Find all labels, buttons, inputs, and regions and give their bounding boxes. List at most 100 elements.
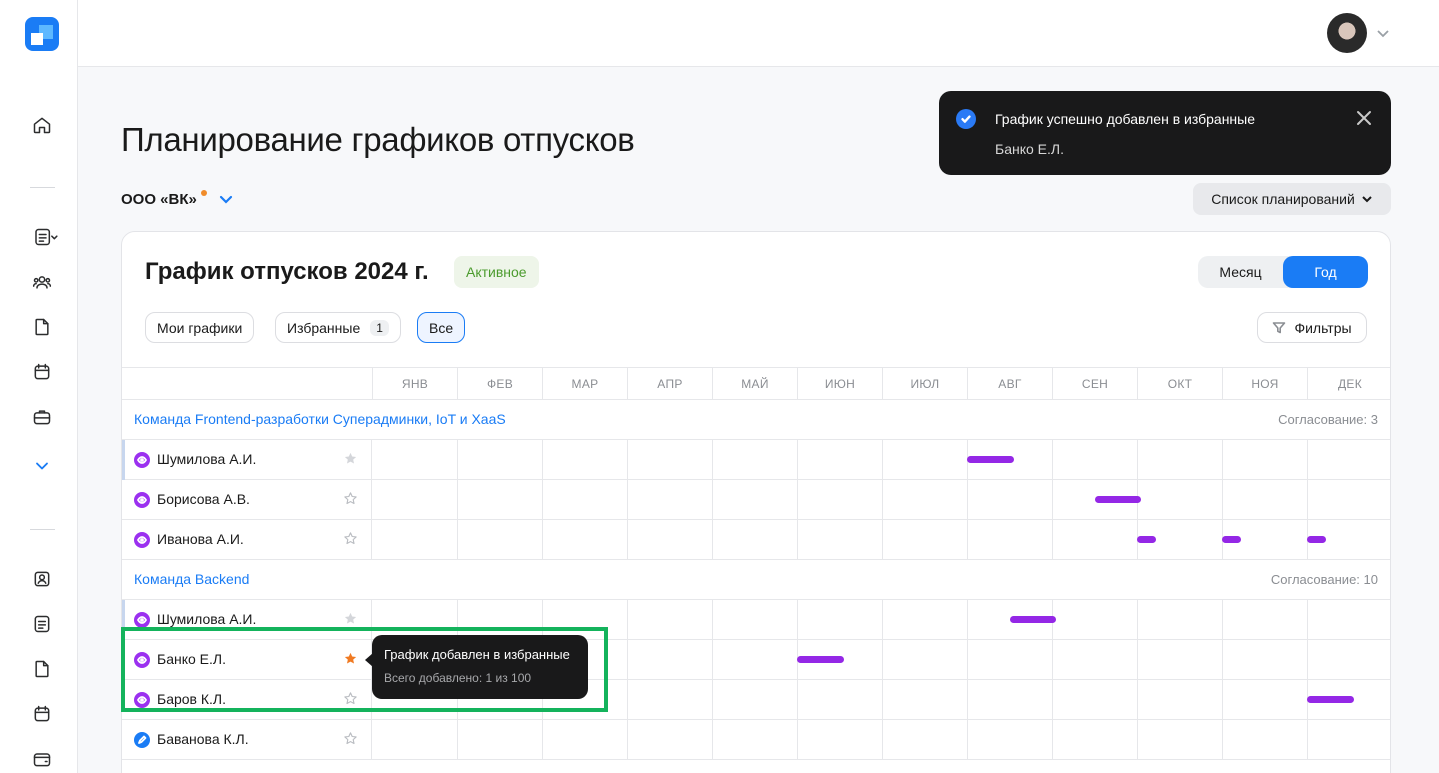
organization-name: ООО «ВК» (121, 190, 197, 208)
employee-name: Шумилова А.И. (157, 451, 257, 467)
profile-card-icon[interactable] (31, 568, 53, 590)
month-header: ФЕВ (457, 368, 542, 400)
month-header: ДЕК (1307, 368, 1390, 400)
view-month-button[interactable]: Месяц (1198, 256, 1283, 288)
employee-row[interactable]: Борисова А.В. (122, 480, 1390, 520)
document-list-icon[interactable] (31, 613, 53, 635)
month-header: АВГ (967, 368, 1052, 400)
vacation-bar[interactable] (797, 656, 844, 663)
month-cell-divider (627, 440, 628, 480)
month-cell-divider (1307, 720, 1308, 760)
filter-favorites[interactable]: Избранные 1 (275, 312, 401, 343)
vacation-bar[interactable] (967, 456, 1014, 463)
employee-row[interactable]: Баров К.Л. (122, 680, 1390, 720)
vacation-bar[interactable] (1094, 496, 1142, 503)
filters-label: Фильтры (1294, 319, 1352, 336)
favorite-star-icon[interactable] (343, 531, 360, 548)
group-row: Команда Frontend-разработки Суперадминки… (122, 400, 1390, 440)
month-cell-divider (712, 640, 713, 680)
vacation-bar[interactable] (1137, 536, 1156, 543)
organization-selector[interactable]: ООО «ВК» (121, 190, 235, 208)
month-cell-divider (882, 640, 883, 680)
eye-icon (134, 652, 150, 668)
employee-cell: Банко Е.Л. (122, 640, 372, 680)
eye-icon (134, 612, 150, 628)
month-cell-divider (882, 680, 883, 720)
chevron-down-icon[interactable] (31, 455, 53, 477)
filters-button[interactable]: Фильтры (1257, 312, 1367, 343)
home-icon[interactable] (31, 114, 53, 136)
month-cell-divider (1137, 600, 1138, 640)
chevron-down-icon[interactable] (217, 190, 235, 208)
month-cell-divider (627, 640, 628, 680)
group-name-link[interactable]: Команда Frontend-разработки Суперадминки… (134, 411, 506, 427)
month-cell-divider (1222, 680, 1223, 720)
month-cell-divider (882, 480, 883, 520)
chip-label: Избранные (287, 319, 361, 336)
month-cell-divider (457, 600, 458, 640)
chevron-down-icon[interactable] (1376, 26, 1390, 40)
month-cell-divider (797, 440, 798, 480)
app-logo[interactable] (25, 17, 59, 51)
employee-row[interactable]: Банко Е.Л. (122, 640, 1390, 680)
vacation-bar[interactable] (1009, 616, 1057, 623)
users-icon[interactable] (31, 271, 53, 293)
group-name-link[interactable]: Команда Backend (134, 571, 249, 587)
filter-all[interactable]: Все (417, 312, 466, 343)
favorite-star-icon[interactable] (343, 611, 360, 628)
vacation-bar[interactable] (1307, 536, 1326, 543)
month-cell-divider (1052, 680, 1053, 720)
month-cell-divider (1222, 600, 1223, 640)
favorite-star-icon[interactable] (343, 651, 360, 668)
close-icon[interactable] (1355, 109, 1373, 127)
employee-row[interactable]: Шумилова А.И. (122, 600, 1390, 640)
file-icon[interactable] (31, 658, 53, 680)
month-cell-divider (712, 520, 713, 560)
vacation-bar[interactable] (1307, 696, 1354, 703)
vacation-bar[interactable] (1222, 536, 1241, 543)
month-cell-divider (542, 520, 543, 560)
avatar[interactable] (1327, 13, 1367, 53)
wallet-icon[interactable] (31, 748, 53, 770)
month-cell-divider (542, 440, 543, 480)
briefcase-icon[interactable] (31, 406, 53, 428)
filter-my-schedules[interactable]: Мои графики (145, 312, 255, 343)
file-icon[interactable] (31, 316, 53, 338)
employee-cell: Шумилова А.И. (122, 600, 372, 640)
calendar-icon[interactable] (31, 361, 53, 383)
month-cell-divider (1052, 480, 1053, 520)
success-toast: График успешно добавлен в избранные Банк… (939, 91, 1391, 175)
favorite-star-icon[interactable] (343, 451, 360, 468)
month-header: МАЙ (712, 368, 797, 400)
employee-cell: Шумилова А.И. (122, 440, 372, 480)
month-cell-divider (457, 720, 458, 760)
favorite-star-icon[interactable] (343, 491, 360, 508)
calendar-icon[interactable] (31, 703, 53, 725)
employee-row[interactable]: Иванова А.И. (122, 520, 1390, 560)
employee-name: Борисова А.В. (157, 491, 250, 507)
month-cell-divider (1137, 640, 1138, 680)
month-cell-divider (967, 640, 968, 680)
month-cell-divider (1052, 640, 1053, 680)
employee-cell: Баров К.Л. (122, 680, 372, 720)
month-cell-divider (967, 720, 968, 760)
employee-row[interactable]: Шумилова А.И. (122, 440, 1390, 480)
schedule-title: График отпусков 2024 г. (145, 258, 429, 285)
employee-row[interactable]: Баванова К.Л. (122, 720, 1390, 760)
plan-list-button[interactable]: Список планирований (1193, 183, 1391, 215)
document-list-icon[interactable] (31, 226, 61, 248)
month-cell-divider (457, 480, 458, 520)
employee-cell: Иванова А.И. (122, 520, 372, 560)
favorite-star-icon[interactable] (343, 731, 360, 748)
month-cell-divider (457, 520, 458, 560)
month-header: ОКТ (1137, 368, 1222, 400)
notification-dot (200, 190, 207, 196)
month-cell-divider (967, 480, 968, 520)
month-cell-divider (967, 520, 968, 560)
month-header: НОЯ (1222, 368, 1307, 400)
toast-subtitle: Банко Е.Л. (995, 141, 1064, 157)
view-year-button[interactable]: Год (1283, 256, 1368, 288)
favorite-star-icon[interactable] (343, 691, 360, 708)
month-cell-divider (797, 680, 798, 720)
sidebar-divider (30, 187, 55, 188)
